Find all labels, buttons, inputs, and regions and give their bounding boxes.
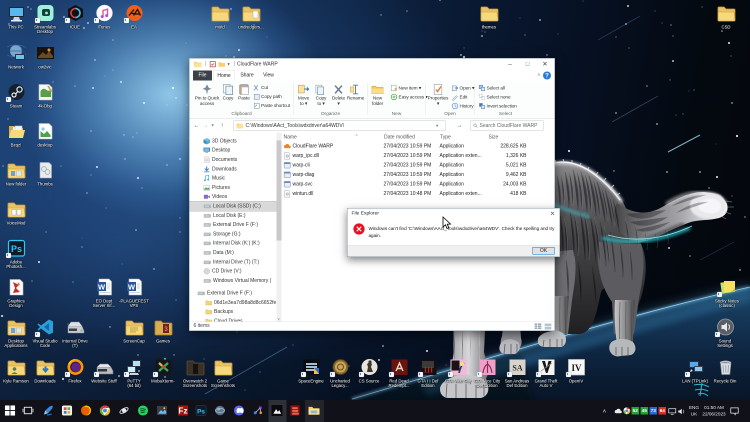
svg-text:Fz: Fz — [178, 407, 187, 416]
svg-text:W: W — [97, 283, 105, 292]
svg-text:SA: SA — [512, 364, 522, 373]
svg-text:III: III — [423, 366, 432, 375]
svg-text:W: W — [127, 283, 135, 292]
svg-text:Ps: Ps — [197, 408, 205, 415]
svg-text:Ps: Ps — [10, 244, 21, 254]
svg-text:IV: IV — [571, 363, 582, 373]
